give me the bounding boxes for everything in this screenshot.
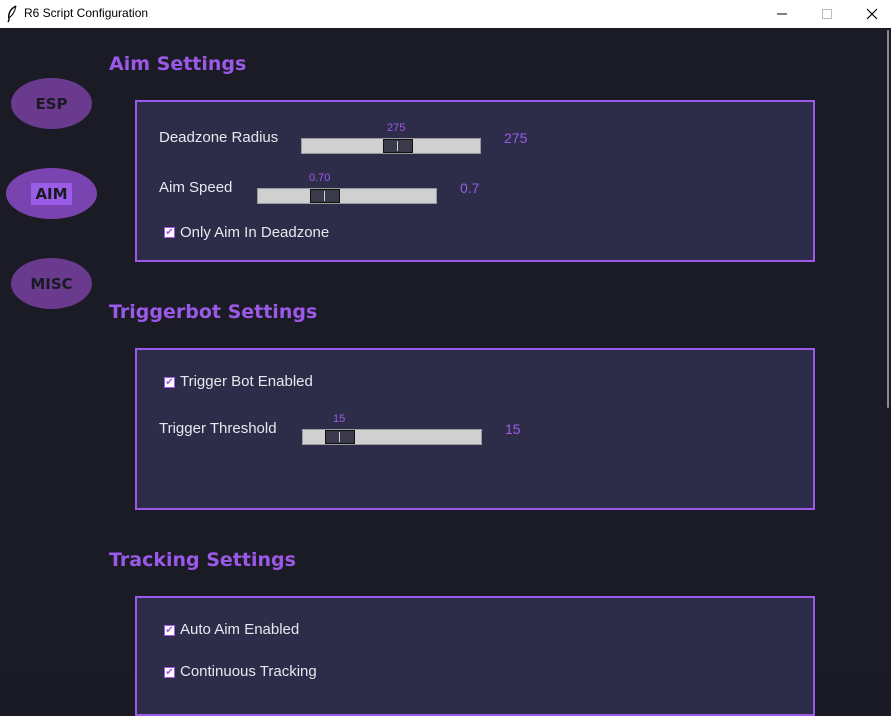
deadzone-tick: 275 <box>387 122 406 134</box>
scrollbar[interactable] <box>879 28 891 674</box>
maximize-icon <box>822 9 832 19</box>
continuous-tracking-checkbox[interactable] <box>164 667 175 678</box>
deadzone-slider[interactable] <box>301 138 481 154</box>
trigger-threshold-value: 15 <box>505 421 521 437</box>
aim-speed-value: 0.7 <box>460 180 480 196</box>
aim-speed-label: Aim Speed <box>159 179 233 196</box>
triggerbot-settings-title: Triggerbot Settings <box>109 301 318 323</box>
auto-aim-checkbox[interactable] <box>164 625 175 636</box>
minimize-button[interactable] <box>760 0 804 28</box>
deadzone-label: Deadzone Radius <box>159 129 279 146</box>
nav-misc-label: MISC <box>30 274 73 293</box>
close-button[interactable] <box>850 0 891 28</box>
title-bar: R6 Script Configuration <box>0 0 891 28</box>
deadzone-value: 275 <box>504 130 528 146</box>
scrollbar-thumb[interactable] <box>887 30 889 408</box>
aim-settings-title: Aim Settings <box>109 53 247 75</box>
nav-esp-button[interactable]: ESP <box>11 78 92 129</box>
trigger-threshold-label: Trigger Threshold <box>159 420 277 437</box>
trigger-threshold-tick: 15 <box>333 413 346 425</box>
nav-misc-button[interactable]: MISC <box>11 258 92 309</box>
continuous-tracking-label[interactable]: Continuous Tracking <box>180 663 317 680</box>
tracking-settings-title: Tracking Settings <box>109 549 296 571</box>
aim-speed-tick: 0.70 <box>309 172 331 184</box>
close-icon <box>866 8 878 20</box>
minimize-icon <box>777 13 787 15</box>
auto-aim-label[interactable]: Auto Aim Enabled <box>180 621 299 638</box>
trigger-threshold-slider-handle[interactable] <box>325 430 355 444</box>
aim-speed-slider-handle[interactable] <box>310 189 340 203</box>
nav-aim-label: AIM <box>31 182 72 205</box>
aim-settings-panel: Deadzone Radius 275 275 Aim Speed 0.70 0… <box>135 100 815 262</box>
trigger-threshold-slider[interactable] <box>302 429 482 445</box>
only-aim-label[interactable]: Only Aim In Deadzone <box>180 224 329 241</box>
deadzone-slider-handle[interactable] <box>383 139 413 153</box>
window-title: R6 Script Configuration <box>24 6 149 20</box>
aim-speed-slider[interactable] <box>257 188 437 204</box>
only-aim-checkbox[interactable] <box>164 227 175 238</box>
trigger-bot-checkbox[interactable] <box>164 377 175 388</box>
feather-icon <box>7 5 17 23</box>
nav-aim-button[interactable]: AIM <box>6 168 97 219</box>
nav-esp-label: ESP <box>35 94 68 113</box>
trigger-bot-label[interactable]: Trigger Bot Enabled <box>180 373 313 390</box>
maximize-button[interactable] <box>805 0 849 28</box>
tracking-settings-panel: Auto Aim Enabled Continuous Tracking <box>135 596 815 716</box>
triggerbot-settings-panel: Trigger Bot Enabled Trigger Threshold 15… <box>135 348 815 510</box>
